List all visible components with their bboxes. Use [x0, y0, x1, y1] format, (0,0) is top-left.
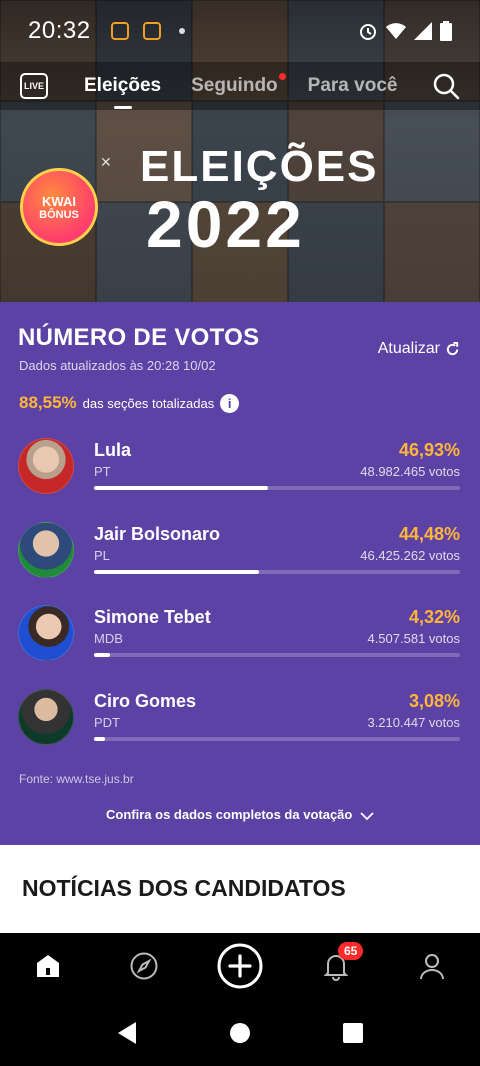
full-results-link[interactable]: Confira os dados completos da votação	[0, 807, 480, 822]
app-notification-icon	[142, 22, 161, 40]
status-bar: 20:32	[0, 0, 480, 62]
candidate-news-section: NOTÍCIAS DOS CANDIDATOS	[0, 845, 480, 933]
candidate-row[interactable]: Simone Tebet MDB 4,32% 4.507.581 votos	[18, 605, 462, 675]
votes-panel: NÚMERO DE VOTOS Dados atualizados às 20:…	[0, 302, 480, 845]
bottom-navigation: 65	[0, 933, 480, 999]
candidate-percent: 3,08%	[408, 691, 460, 711]
hero-title-line1: ELEIÇÕES	[140, 142, 379, 191]
sections-label: das seções totalizadas	[82, 395, 215, 411]
candidate-row[interactable]: Ciro Gomes PDT 3,08% 3.210.447 votos	[18, 689, 462, 759]
sections-percent: 88,55%	[19, 393, 77, 412]
votes-title: NÚMERO DE VOTOS	[18, 324, 260, 351]
vote-share-fill	[94, 737, 106, 741]
candidate-party: MDB	[94, 631, 123, 646]
candidate-party: PL	[94, 548, 110, 563]
system-icons	[358, 21, 452, 41]
more-notifications-dot	[178, 28, 185, 34]
feed-tabs: Eleições Seguindo Para você	[84, 73, 398, 97]
candidate-votes: 48.982.465 votos	[360, 464, 460, 479]
home-button[interactable]	[24, 942, 72, 990]
close-icon[interactable]: ✕	[100, 154, 112, 171]
alarm-icon	[360, 24, 376, 40]
notification-badge: 65	[338, 942, 364, 960]
source-note: Fonte: www.tse.jus.br	[19, 772, 134, 786]
home-icon	[37, 955, 59, 977]
profile-button[interactable]	[408, 942, 456, 990]
discover-button[interactable]	[120, 942, 168, 990]
new-content-dot	[278, 73, 286, 80]
refresh-icon	[446, 341, 459, 355]
updated-timestamp: Dados atualizados às 20:28 10/02	[19, 358, 216, 373]
wifi-icon	[386, 23, 406, 39]
vote-share-fill	[94, 570, 260, 574]
notifications-button[interactable]: 65	[312, 942, 364, 990]
battery-icon	[440, 21, 452, 41]
candidate-name: Ciro Gomes	[94, 691, 197, 711]
candidate-avatar	[18, 605, 74, 661]
create-button[interactable]	[216, 942, 264, 990]
tab-seguindo[interactable]: Seguindo	[191, 73, 286, 97]
plus-circle-icon	[217, 943, 263, 989]
back-icon[interactable]	[116, 1021, 138, 1045]
candidate-percent: 4,32%	[408, 607, 460, 627]
profile-icon	[420, 954, 444, 980]
chevron-down-icon	[360, 811, 374, 820]
vote-share-bar	[94, 570, 460, 574]
candidate-percent: 46,93%	[398, 440, 460, 460]
system-navigation-bar	[0, 999, 480, 1066]
signal-icon	[414, 22, 432, 40]
status-time: 20:32	[28, 17, 91, 44]
tab-para-voce[interactable]: Para você	[308, 75, 398, 97]
tab-eleicoes[interactable]: Eleições	[84, 75, 161, 97]
candidate-name: Lula	[94, 440, 132, 460]
candidate-avatar	[18, 689, 74, 745]
search-icon[interactable]	[432, 72, 460, 100]
candidate-party: PDT	[94, 715, 120, 730]
vote-share-bar	[94, 653, 460, 657]
candidate-avatar	[18, 438, 74, 494]
info-icon[interactable]: i	[220, 393, 240, 413]
home-circle-icon[interactable]	[229, 1022, 251, 1044]
refresh-button[interactable]: Atualizar	[378, 340, 460, 358]
hero-title-line2: 2022	[146, 187, 305, 261]
top-navigation: LIVE Eleições Seguindo Para você	[0, 62, 480, 110]
vote-share-fill	[94, 653, 111, 657]
app-notification-icon	[110, 22, 129, 40]
news-title: NOTÍCIAS DOS CANDIDATOS	[22, 875, 346, 901]
sections-progress: 88,55% das seções totalizadas i	[19, 393, 240, 413]
candidate-votes: 3.210.447 votos	[367, 715, 460, 730]
candidate-row[interactable]: Jair Bolsonaro PL 44,48% 46.425.262 voto…	[18, 522, 462, 592]
recents-icon[interactable]	[342, 1022, 364, 1044]
candidate-name: Simone Tebet	[94, 607, 211, 627]
compass-icon	[130, 952, 158, 980]
vote-share-bar	[94, 486, 460, 490]
candidate-row[interactable]: Lula PT 46,93% 48.982.465 votos	[18, 438, 462, 508]
candidate-party: PT	[94, 464, 111, 479]
vote-share-fill	[94, 486, 269, 490]
candidate-avatar	[18, 522, 74, 578]
notification-icons	[110, 22, 185, 40]
candidate-votes: 4.507.581 votos	[367, 631, 460, 646]
vote-share-bar	[94, 737, 460, 741]
live-icon[interactable]: LIVE	[20, 73, 48, 99]
candidate-votes: 46.425.262 votos	[360, 548, 460, 563]
candidate-percent: 44,48%	[398, 524, 460, 544]
candidate-name: Jair Bolsonaro	[94, 524, 221, 544]
kwai-bonus-button[interactable]: KWAI BÔNUS	[20, 168, 98, 246]
